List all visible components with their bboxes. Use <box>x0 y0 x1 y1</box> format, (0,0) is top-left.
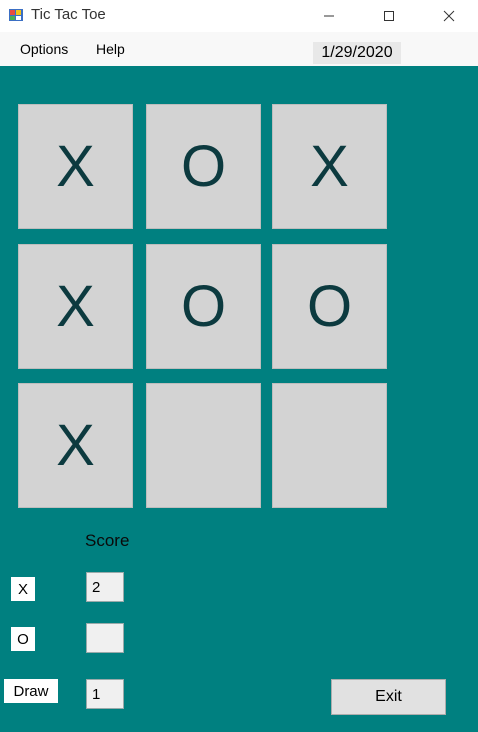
close-icon <box>443 10 455 22</box>
score-title: Score <box>85 531 130 550</box>
window-title: Tic Tac Toe <box>31 6 106 23</box>
maximize-icon <box>384 11 394 21</box>
board-cell-9[interactable] <box>272 383 387 508</box>
board-cell-6[interactable]: O <box>272 244 387 369</box>
board-cell-8[interactable] <box>146 383 261 508</box>
board-cell-1[interactable]: X <box>18 104 133 229</box>
board-cell-3[interactable]: X <box>272 104 387 229</box>
board-cell-4[interactable]: X <box>18 244 133 369</box>
board-cell-5[interactable]: O <box>146 244 261 369</box>
menu-options[interactable]: Options <box>20 41 68 57</box>
player-o-score <box>86 623 124 653</box>
board-cell-2[interactable]: O <box>146 104 261 229</box>
date-label: 1/29/2020 <box>313 42 401 64</box>
player-o-label: O <box>11 627 35 651</box>
minimize-button[interactable] <box>306 0 352 32</box>
player-x-label: X <box>11 577 35 601</box>
exit-button[interactable]: Exit <box>331 679 446 715</box>
draw-score: 1 <box>86 679 124 709</box>
draw-label: Draw <box>4 679 58 703</box>
app-icon <box>9 9 23 21</box>
title-bar[interactable]: Tic Tac Toe <box>0 0 478 32</box>
maximize-button[interactable] <box>366 0 412 32</box>
board-cell-7[interactable]: X <box>18 383 133 508</box>
minimize-icon <box>324 15 334 17</box>
menu-bar: Options Help <box>0 32 478 66</box>
menu-help[interactable]: Help <box>96 41 125 57</box>
app-window: Tic Tac Toe Options Help 1/29/2020 X O X… <box>0 0 478 732</box>
close-button[interactable] <box>426 0 472 32</box>
player-x-score: 2 <box>86 572 124 602</box>
